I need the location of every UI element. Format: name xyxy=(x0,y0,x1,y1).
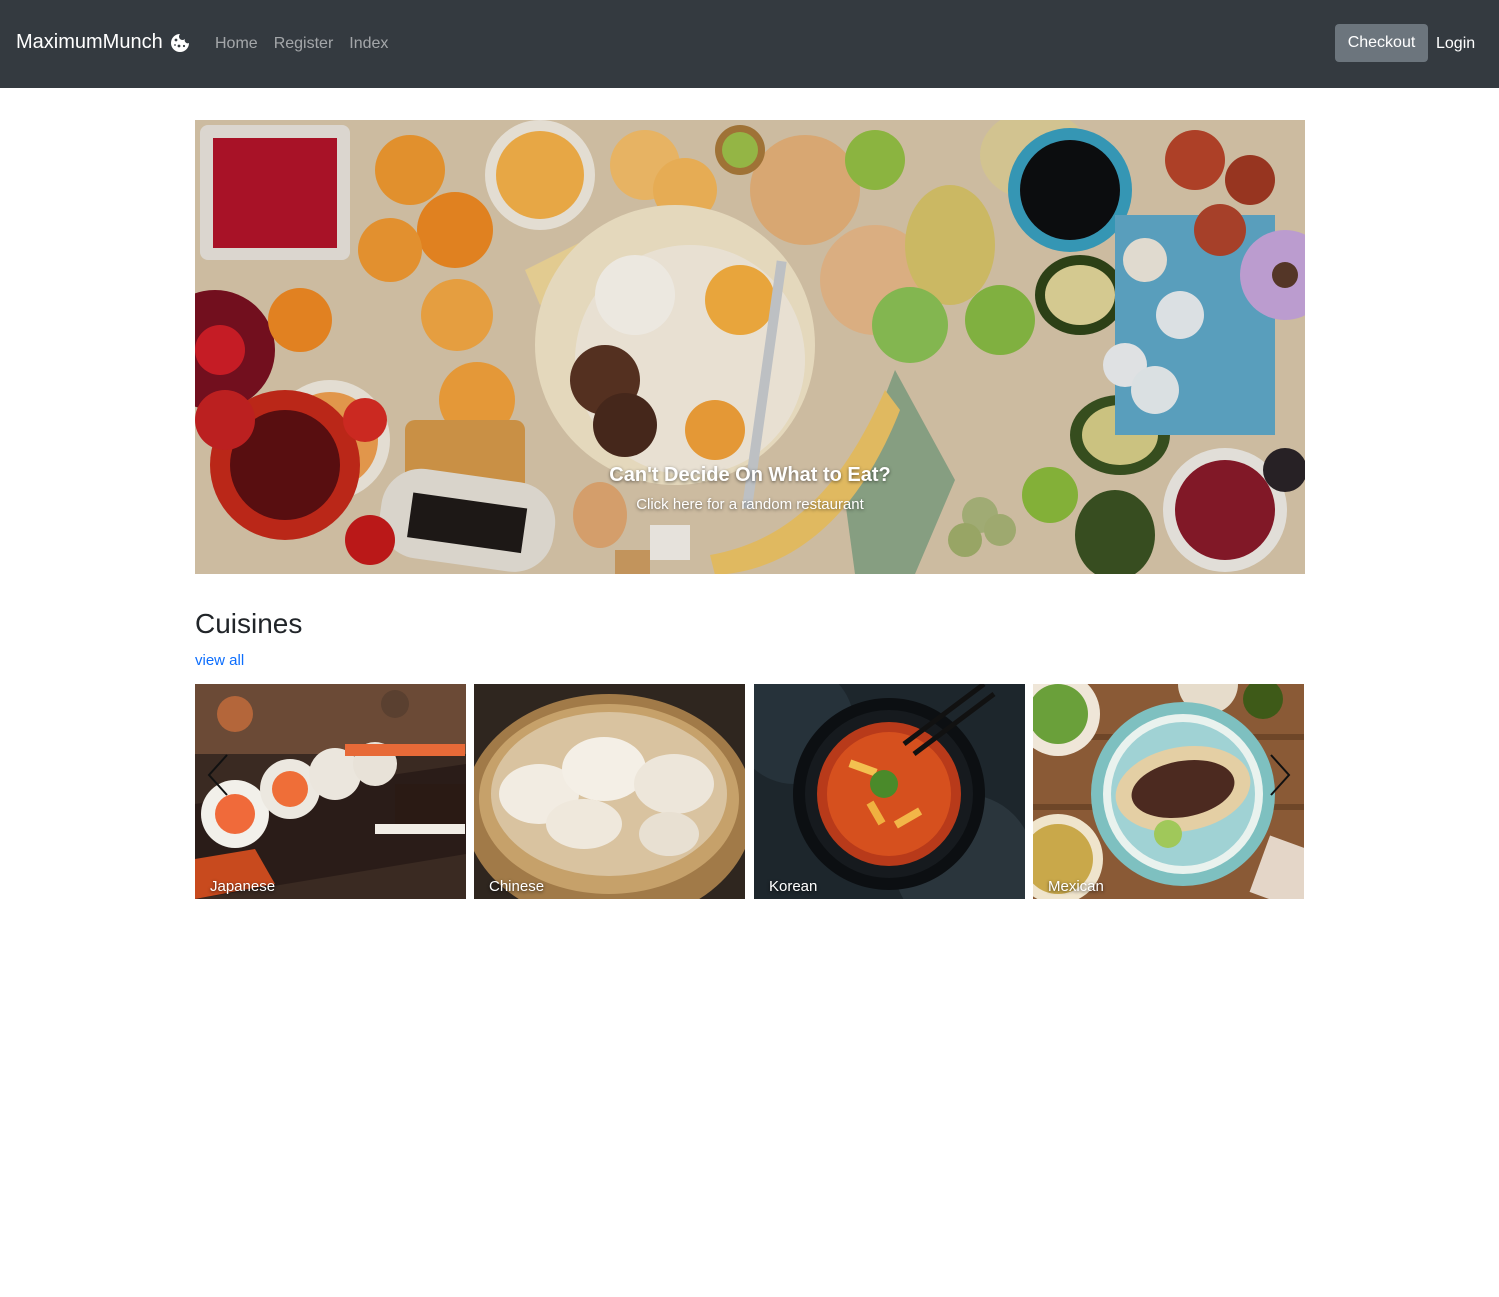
korean-food-image xyxy=(754,684,1025,899)
cuisine-carousel: Japanese Chinese Korean Mexican xyxy=(195,684,1305,899)
brand-name: MaximumMunch xyxy=(16,31,163,53)
cookie-icon xyxy=(170,33,190,53)
cuisine-card-japanese[interactable]: Japanese xyxy=(195,684,466,899)
carousel-next-button[interactable] xyxy=(1263,752,1297,798)
view-all-link[interactable]: view all xyxy=(195,652,244,669)
cuisines-heading: Cuisines xyxy=(195,608,303,639)
japanese-food-image xyxy=(195,684,466,899)
nav-link-home[interactable]: Home xyxy=(215,34,258,54)
cuisine-label-korean: Korean xyxy=(769,878,818,895)
brand-link[interactable]: MaximumMunch xyxy=(16,31,190,54)
random-restaurant-link[interactable]: Click here for a random restaurant xyxy=(195,496,1305,513)
chevron-left-icon xyxy=(207,754,228,796)
nav-links: Home Register Index xyxy=(215,34,388,54)
checkout-button[interactable]: Checkout xyxy=(1335,24,1428,62)
hero-banner[interactable]: Can't Decide On What to Eat? Click here … xyxy=(195,120,1305,574)
cuisine-card-chinese[interactable]: Chinese xyxy=(474,684,745,899)
cuisine-label-japanese: Japanese xyxy=(210,878,276,895)
cuisine-label-chinese: Chinese xyxy=(489,878,545,895)
cuisine-card-korean[interactable]: Korean xyxy=(754,684,1025,899)
cuisine-label-mexican: Mexican xyxy=(1048,878,1104,895)
chinese-food-image xyxy=(474,684,745,899)
nav-link-index[interactable]: Index xyxy=(349,34,388,54)
navbar: MaximumMunch Home Register Index Checkou… xyxy=(0,0,1499,88)
nav-link-register[interactable]: Register xyxy=(274,34,334,54)
chevron-right-icon xyxy=(1270,754,1291,796)
login-link[interactable]: Login xyxy=(1436,34,1475,54)
carousel-prev-button[interactable] xyxy=(201,752,235,798)
